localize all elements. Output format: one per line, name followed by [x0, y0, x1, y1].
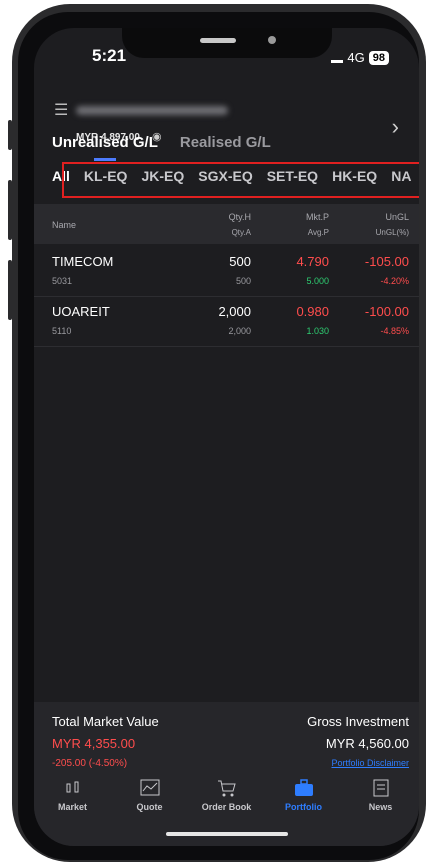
table-row[interactable]: TIMECOM 5031 500 500 4.790 5.000 -105.00… — [34, 246, 419, 297]
volume-up-button — [8, 180, 12, 240]
news-icon — [373, 779, 388, 797]
account-name-redacted — [76, 106, 228, 115]
header-mkt-p: Mkt.P — [305, 212, 329, 222]
battery-icon: 98 — [368, 50, 389, 65]
unrealised-gl: -100.00 — [364, 304, 409, 319]
stock-name: UOAREIT — [52, 304, 110, 319]
average-price: 5.000 — [306, 276, 329, 286]
camera — [268, 36, 276, 44]
chevron-right-icon[interactable]: › — [392, 114, 399, 140]
menu-icon[interactable]: ☰ — [54, 100, 68, 120]
nav-order-book[interactable]: Order Book — [191, 778, 263, 828]
gross-investment-label: Gross Investment — [307, 714, 409, 729]
nav-label: Order Book — [201, 802, 252, 812]
status-indicators: 4G 98 — [331, 50, 389, 65]
header-qty-h: Qty.H — [228, 212, 251, 222]
total-market-value-label: Total Market Value — [52, 714, 159, 729]
unrealised-gl-pct: -4.20% — [380, 276, 409, 286]
header-avg-p: Avg.P — [307, 228, 329, 237]
nav-label: Portfolio — [285, 802, 322, 812]
status-time: 5:21 — [92, 46, 127, 65]
stock-name: TIMECOM — [52, 254, 114, 269]
active-tab-indicator — [94, 158, 116, 161]
nav-label: News — [368, 802, 393, 812]
market-price: 0.980 — [296, 304, 329, 319]
qty-held: 500 — [229, 254, 251, 269]
header-ungl-pct: UnGL(%) — [375, 228, 409, 237]
header-qty-a: Qty.A — [231, 228, 251, 237]
portfolio-disclaimer-link[interactable]: Portfolio Disclaimer — [331, 758, 409, 768]
total-change: -205.00 (-4.50%) — [52, 758, 128, 769]
table-header: Name Qty.H Qty.A Mkt.P Avg.P UnGL UnGL(%… — [34, 204, 419, 244]
bottom-nav: Market Quote Order Book Portfolio News — [34, 778, 419, 828]
qty-available: 500 — [235, 276, 251, 286]
speaker — [200, 38, 236, 43]
nav-quote[interactable]: Quote — [114, 778, 186, 828]
average-price: 1.030 — [306, 326, 329, 336]
gross-investment: MYR 4,560.00 — [325, 736, 409, 751]
stock-code: 5110 — [52, 326, 72, 336]
qty-available: 2,000 — [228, 326, 251, 336]
highlight-box — [62, 162, 419, 198]
market-price: 4.790 — [296, 254, 329, 269]
nav-portfolio[interactable]: Portfolio — [268, 778, 340, 828]
header-ungl: UnGL — [385, 212, 409, 222]
unrealised-gl: -105.00 — [364, 254, 409, 269]
app-screen: 5:21 4G 98 ☰ MYR 4,897.00 ◉ › Unrealised… — [34, 28, 419, 846]
nav-market[interactable]: Market — [37, 778, 109, 828]
chart-icon — [140, 779, 159, 796]
header-name: Name — [52, 220, 77, 230]
gl-tabs: Unrealised G/L Realised G/L — [52, 134, 271, 151]
nav-label: Market — [57, 802, 87, 812]
side-button — [8, 120, 12, 150]
unrealised-gl-pct: -4.85% — [380, 326, 409, 336]
volume-down-button — [8, 260, 12, 320]
cart-icon — [217, 780, 236, 797]
qty-held: 2,000 — [218, 304, 251, 319]
market-icon — [66, 781, 78, 793]
briefcase-icon — [294, 779, 313, 796]
notch — [122, 28, 332, 58]
tab-unrealised-gl[interactable]: Unrealised G/L — [52, 134, 158, 151]
table-row[interactable]: UOAREIT 5110 2,000 2,000 0.980 1.030 -10… — [34, 296, 419, 347]
signal-icon — [331, 52, 344, 63]
nav-news[interactable]: News — [345, 778, 417, 828]
network-label: 4G — [347, 50, 365, 65]
tab-realised-gl[interactable]: Realised G/L — [180, 134, 271, 151]
stock-code: 5031 — [52, 276, 73, 286]
home-indicator — [166, 832, 288, 836]
total-market-value: MYR 4,355.00 — [52, 736, 136, 751]
nav-label: Quote — [136, 802, 163, 812]
